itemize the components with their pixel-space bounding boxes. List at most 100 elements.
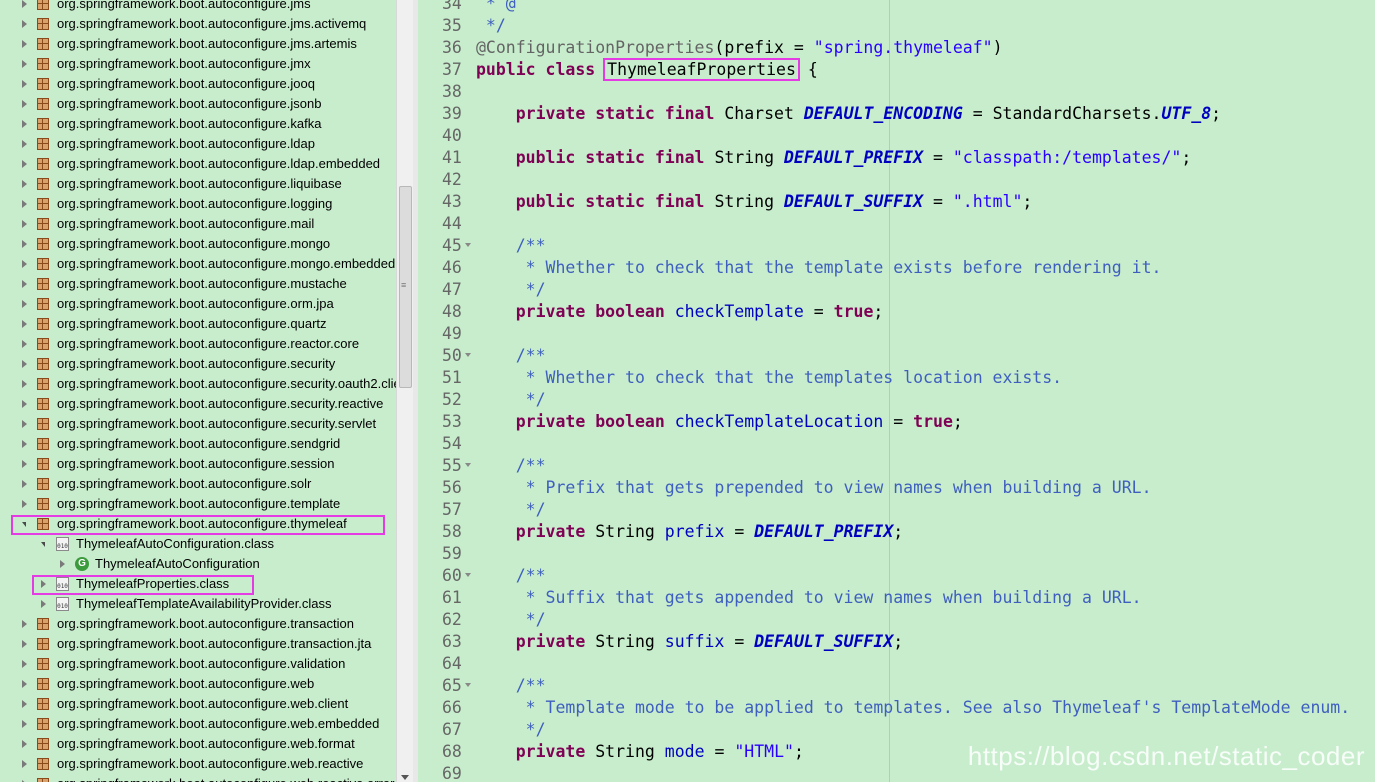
expanded-arrow-icon[interactable] [41, 542, 45, 547]
package-explorer-scrollbar[interactable]: ≡ [396, 0, 413, 782]
package-node[interactable]: org.springframework.boot.autoconfigure.r… [0, 334, 396, 354]
collapsed-arrow-icon[interactable] [22, 680, 27, 688]
code-line[interactable]: 62 */ [418, 609, 1375, 631]
collapsed-arrow-icon[interactable] [22, 240, 27, 248]
code-line[interactable]: 52 */ [418, 389, 1375, 411]
collapsed-arrow-icon[interactable] [22, 480, 27, 488]
code-line[interactable]: 40 [418, 125, 1375, 147]
package-node[interactable]: org.springframework.boot.autoconfigure.j… [0, 94, 396, 114]
class-node[interactable]: 010 ThymeleafAutoConfiguration.class [0, 534, 396, 554]
collapsed-arrow-icon[interactable] [22, 0, 27, 8]
package-node[interactable]: org.springframework.boot.autoconfigure.m… [0, 214, 396, 234]
package-node[interactable]: org.springframework.boot.autoconfigure.m… [0, 254, 396, 274]
package-node[interactable]: org.springframework.boot.autoconfigure.s… [0, 434, 396, 454]
collapsed-arrow-icon[interactable] [22, 660, 27, 668]
code-line[interactable]: 45 /** [418, 235, 1375, 257]
collapsed-arrow-icon[interactable] [41, 600, 46, 608]
package-node[interactable]: org.springframework.boot.autoconfigure.v… [0, 654, 396, 674]
collapsed-arrow-icon[interactable] [22, 200, 27, 208]
package-node[interactable]: org.springframework.boot.autoconfigure.w… [0, 674, 396, 694]
code-editor[interactable]: 34 * @35 */36 @ConfigurationProperties(pr… [418, 0, 1375, 782]
collapsed-arrow-icon[interactable] [22, 180, 27, 188]
package-node[interactable]: org.springframework.boot.autoconfigure.l… [0, 174, 396, 194]
collapsed-arrow-icon[interactable] [22, 740, 27, 748]
collapsed-arrow-icon[interactable] [22, 320, 27, 328]
package-node[interactable]: org.springframework.boot.autoconfigure.m… [0, 234, 396, 254]
code-line[interactable]: 35 */ [418, 15, 1375, 37]
collapsed-arrow-icon[interactable] [22, 720, 27, 728]
fold-toggle-icon[interactable] [465, 353, 471, 357]
package-node[interactable]: org.springframework.boot.autoconfigure.t… [0, 514, 396, 534]
collapsed-arrow-icon[interactable] [22, 620, 27, 628]
package-node[interactable]: org.springframework.boot.autoconfigure.o… [0, 294, 396, 314]
package-node[interactable]: org.springframework.boot.autoconfigure.j… [0, 74, 396, 94]
code-line[interactable]: 54 [418, 433, 1375, 455]
code-line[interactable]: 48 private boolean checkTemplate = true; [418, 301, 1375, 323]
package-node[interactable]: org.springframework.boot.autoconfigure.m… [0, 274, 396, 294]
collapsed-arrow-icon[interactable] [22, 20, 27, 28]
code-line[interactable]: 60 /** [418, 565, 1375, 587]
fold-toggle-icon[interactable] [465, 243, 471, 247]
class-node[interactable]: G ThymeleafAutoConfiguration [0, 554, 396, 574]
code-line[interactable]: 43 public static final String DEFAULT_SU… [418, 191, 1375, 213]
package-node[interactable]: org.springframework.boot.autoconfigure.s… [0, 414, 396, 434]
expanded-arrow-icon[interactable] [22, 522, 26, 527]
collapsed-arrow-icon[interactable] [22, 460, 27, 468]
fold-toggle-icon[interactable] [465, 683, 471, 687]
scroll-down-arrow-icon[interactable] [401, 775, 409, 780]
package-node[interactable]: org.springframework.boot.autoconfigure.s… [0, 394, 396, 414]
code-line[interactable]: 58 private String prefix = DEFAULT_PREFI… [418, 521, 1375, 543]
collapsed-arrow-icon[interactable] [22, 420, 27, 428]
code-line[interactable]: 44 [418, 213, 1375, 235]
fold-toggle-icon[interactable] [465, 573, 471, 577]
code-line[interactable]: 67 */ [418, 719, 1375, 741]
package-node[interactable]: org.springframework.boot.autoconfigure.t… [0, 634, 396, 654]
collapsed-arrow-icon[interactable] [22, 40, 27, 48]
package-node[interactable]: org.springframework.boot.autoconfigure.j… [0, 14, 396, 34]
class-node[interactable]: 010 ThymeleafTemplateAvailabilityProvider… [0, 594, 396, 614]
code-line[interactable]: 53 private boolean checkTemplateLocation… [418, 411, 1375, 433]
code-line[interactable]: 57 */ [418, 499, 1375, 521]
collapsed-arrow-icon[interactable] [22, 160, 27, 168]
collapsed-arrow-icon[interactable] [22, 700, 27, 708]
code-line[interactable]: 64 [418, 653, 1375, 675]
collapsed-arrow-icon[interactable] [22, 640, 27, 648]
package-node[interactable]: org.springframework.boot.autoconfigure.w… [0, 774, 396, 782]
collapsed-arrow-icon[interactable] [22, 760, 27, 768]
package-node[interactable]: org.springframework.boot.autoconfigure.s… [0, 354, 396, 374]
collapsed-arrow-icon[interactable] [22, 220, 27, 228]
class-node[interactable]: 010 ThymeleafProperties.class [0, 574, 396, 594]
package-node[interactable]: org.springframework.boot.autoconfigure.l… [0, 154, 396, 174]
package-node[interactable]: org.springframework.boot.autoconfigure.w… [0, 694, 396, 714]
code-line[interactable]: 36 @ConfigurationProperties(prefix = "spr… [418, 37, 1375, 59]
package-node[interactable]: org.springframework.boot.autoconfigure.k… [0, 114, 396, 134]
fold-toggle-icon[interactable] [465, 463, 471, 467]
collapsed-arrow-icon[interactable] [22, 440, 27, 448]
collapsed-arrow-icon[interactable] [41, 580, 46, 588]
collapsed-arrow-icon[interactable] [22, 280, 27, 288]
code-line[interactable]: 39 private static final Charset DEFAULT_… [418, 103, 1375, 125]
package-node[interactable]: org.springframework.boot.autoconfigure.t… [0, 614, 396, 634]
collapsed-arrow-icon[interactable] [22, 340, 27, 348]
code-line[interactable]: 61 * Suffix that gets appended to view n… [418, 587, 1375, 609]
package-node[interactable]: org.springframework.boot.autoconfigure.j… [0, 0, 396, 14]
collapsed-arrow-icon[interactable] [22, 360, 27, 368]
collapsed-arrow-icon[interactable] [22, 380, 27, 388]
package-node[interactable]: org.springframework.boot.autoconfigure.w… [0, 754, 396, 774]
code-line[interactable]: 50 /** [418, 345, 1375, 367]
collapsed-arrow-icon[interactable] [22, 140, 27, 148]
package-node[interactable]: org.springframework.boot.autoconfigure.w… [0, 714, 396, 734]
collapsed-arrow-icon[interactable] [22, 120, 27, 128]
collapsed-arrow-icon[interactable] [22, 260, 27, 268]
package-node[interactable]: org.springframework.boot.autoconfigure.w… [0, 734, 396, 754]
code-line[interactable]: 65 /** [418, 675, 1375, 697]
code-line[interactable]: 34 * @ [418, 0, 1375, 15]
code-line[interactable]: 55 /** [418, 455, 1375, 477]
package-node[interactable]: org.springframework.boot.autoconfigure.t… [0, 494, 396, 514]
package-node[interactable]: org.springframework.boot.autoconfigure.j… [0, 34, 396, 54]
collapsed-arrow-icon[interactable] [22, 500, 27, 508]
package-node[interactable]: org.springframework.boot.autoconfigure.s… [0, 474, 396, 494]
code-line[interactable]: 59 [418, 543, 1375, 565]
code-line[interactable]: 37 public class ThymeleafProperties { [418, 58, 1375, 81]
code-line[interactable]: 56 * Prefix that gets prepended to view … [418, 477, 1375, 499]
